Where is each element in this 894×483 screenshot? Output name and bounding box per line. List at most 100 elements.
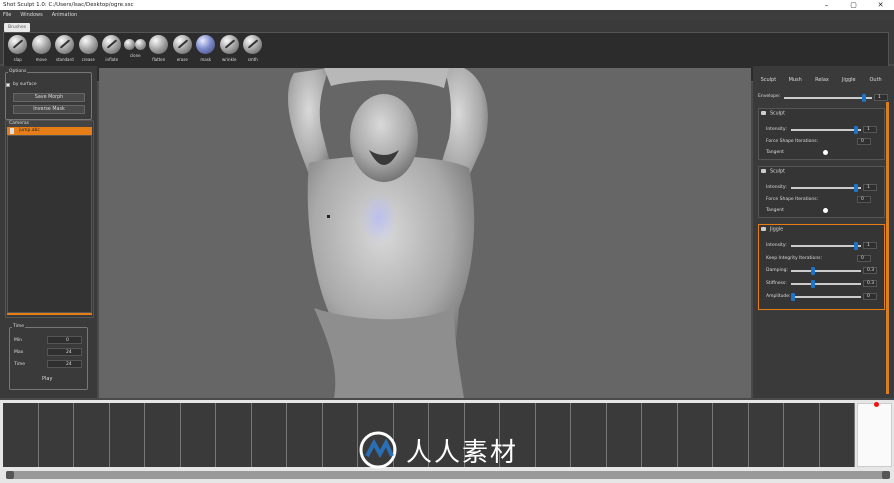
menu-file[interactable]: File [3,10,11,20]
intensity-slider[interactable] [791,242,861,250]
intensity-slider[interactable] [791,126,861,134]
timeline-frame[interactable] [642,403,678,467]
intensity-value[interactable]: 1 [863,242,877,249]
time-current-field[interactable]: 24 [47,360,82,368]
envelope-label: Envelope: [758,94,781,99]
timeline-frame[interactable] [607,403,642,467]
envelope-value[interactable]: 1 [874,94,888,101]
intensity-label: Intensity: [766,127,787,132]
intensity-value[interactable]: 1 [863,184,877,191]
scroll-left-icon[interactable] [6,471,14,479]
iterations-value[interactable]: 0 [857,138,871,145]
close-icon[interactable]: ✕ [867,0,894,10]
brush-label: inflate [105,57,119,62]
section-title: Jiggle [770,227,784,233]
tangent-toggle[interactable] [823,150,828,155]
by-surface-label: by surface [13,82,37,87]
tab-sculpt[interactable]: Sculpt [755,74,782,87]
timeline-frame[interactable] [323,403,358,467]
menu-bar: File Windows Animation [0,10,894,20]
smooth-brush-icon [243,35,263,54]
intensity-label: Intensity: [766,185,787,190]
slider-knob[interactable] [791,293,795,301]
3d-viewport[interactable] [99,64,751,398]
left-panel: Options by surface Save Morph Inverse Ma… [0,66,97,398]
stiffness-label: Stiffness: [766,281,787,286]
amplitude-slider[interactable] [791,293,861,301]
timeline-frame[interactable] [181,403,216,467]
tab-outh[interactable]: Outh [862,74,889,87]
timeline-current-frame[interactable] [857,403,892,467]
damping-slider[interactable] [791,267,861,275]
time-min-field[interactable]: 0 [47,336,82,344]
options-title: Options [8,69,28,74]
slider-knob[interactable] [853,126,858,134]
timeline-frame[interactable] [145,403,181,467]
wrinkle-brush-icon [219,35,239,54]
collapse-icon [761,169,766,173]
tab-brushes[interactable]: Brushes [4,23,31,32]
timeline-frame[interactable] [3,403,39,467]
keep-integrity-value[interactable]: 0 [857,255,871,262]
section-header[interactable]: Jiggle [761,227,783,233]
intensity-value[interactable]: 1 [863,126,877,133]
stiffness-value[interactable]: 0.3 [863,280,877,287]
slider-knob[interactable] [853,184,858,192]
time-title: Time [12,324,26,329]
save-morph-button[interactable]: Save Morph [13,93,85,102]
section-header[interactable]: Sculpt [761,169,785,175]
maximize-icon[interactable]: ▢ [840,0,867,10]
slider-knob[interactable] [810,267,815,275]
amplitude-value[interactable]: 0 [863,293,877,300]
stiffness-slider[interactable] [791,280,861,288]
intensity-slider[interactable] [791,184,861,192]
iterations-value[interactable]: 0 [857,196,871,203]
timeline-frame[interactable] [216,403,252,467]
envelope-slider[interactable] [784,94,872,102]
section-header[interactable]: Sculpt [761,111,785,117]
minimize-icon[interactable]: – [813,0,840,10]
damping-value[interactable]: 0.3 [863,267,877,274]
time-max-field[interactable]: 24 [47,348,82,356]
play-button[interactable]: Play [42,376,52,382]
tab-mush[interactable]: Mush [782,74,809,87]
right-panel: Sculpt Mush Relax Jiggle Outh Envelope: … [753,66,894,398]
timeline-scrollbar[interactable] [6,471,890,479]
brush-label: crease [81,57,95,62]
timeline-frame[interactable] [571,403,607,467]
inverse-mask-button[interactable]: Inverse Mask [13,105,85,114]
timeline-frame[interactable] [536,403,571,467]
tangent-toggle[interactable] [823,208,828,213]
slider-knob[interactable] [853,242,858,250]
time-current-label: Time [14,362,26,367]
slider-knob[interactable] [810,280,815,288]
jiggle-section: Jiggle Intensity: 1 Keep Integrity Itera… [758,224,885,310]
right-panel-scrollbar[interactable] [886,102,889,394]
erase-brush-icon [172,35,192,54]
tab-jiggle[interactable]: Jiggle [835,74,862,87]
scroll-right-icon[interactable] [882,471,890,479]
by-surface-checkbox[interactable] [6,83,10,87]
amplitude-label: Amplitude: [766,294,791,299]
camera-list[interactable] [7,135,92,313]
timeline-frame[interactable] [110,403,145,467]
tab-relax[interactable]: Relax [809,74,836,87]
camera-item-label: jump.abc [19,128,40,133]
time-max-label: Max [14,350,24,355]
camera-list-item[interactable]: jump.abc [7,127,92,135]
timeline-frame[interactable] [820,403,855,467]
timeline-frame[interactable] [749,403,784,467]
timeline-frame[interactable] [287,403,323,467]
timeline-frame[interactable] [678,403,713,467]
slider-knob[interactable] [862,94,867,102]
timeline-frame[interactable] [252,403,287,467]
menu-animation[interactable]: Animation [52,10,78,20]
timeline-frame[interactable] [784,403,820,467]
timeline-frame[interactable] [74,403,110,467]
menu-windows[interactable]: Windows [20,10,42,20]
timeline-frame[interactable] [713,403,749,467]
ogre-sculpt-model [287,64,488,398]
timeline-frame[interactable] [39,403,74,467]
window-controls: – ▢ ✕ [813,0,894,10]
keyframe-marker-icon[interactable] [874,402,879,407]
